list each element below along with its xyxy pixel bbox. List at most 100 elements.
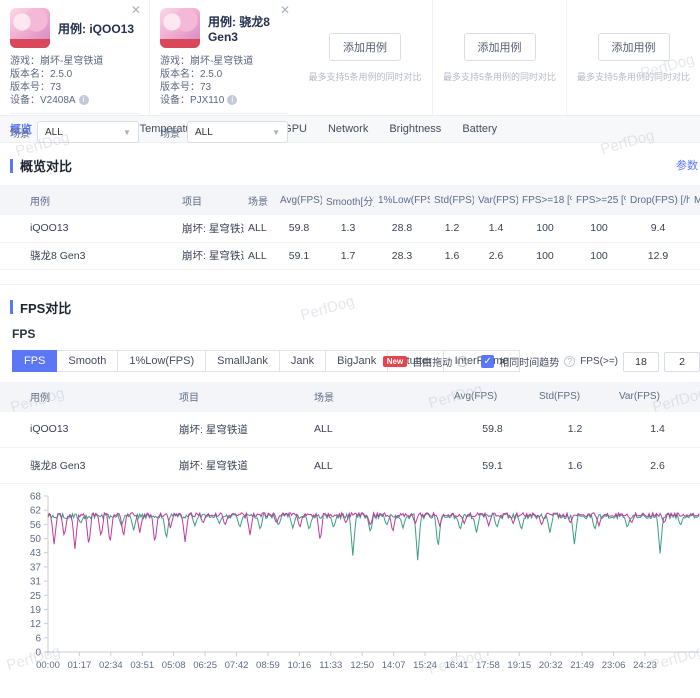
scene-selected-value: ALL: [195, 127, 213, 138]
cell-Drop(FPS) [/h]: 9.4: [626, 215, 690, 242]
svg-text:37: 37: [30, 562, 42, 573]
column-header-Std(FPS): Std(FPS): [430, 185, 474, 215]
column-header-Std(FPS): Std(FPS): [535, 382, 615, 412]
case-field-游戏: 游戏：崩坏-星穹铁道: [160, 55, 288, 68]
svg-text:16:41: 16:41: [445, 660, 469, 671]
cell-场景: ALL: [310, 412, 450, 448]
cell-项目: 崩坏: 星穹铁道: [175, 412, 310, 448]
add-case-button[interactable]: 添加用例: [464, 33, 536, 61]
trend-label: 相同时间趋势: [499, 354, 559, 369]
fps-metric-tab-Smooth[interactable]: Smooth: [57, 350, 118, 372]
column-header-1%Low(FPS): 1%Low(FPS): [374, 185, 430, 215]
perfdog-compare-page: ✕ 用例: iQOO13 游戏：崩坏-星穹铁道版本名：2.5.0版本号：73设备…: [0, 0, 700, 698]
new-badge: New: [383, 356, 407, 367]
svg-text:43: 43: [30, 548, 42, 559]
svg-text:0: 0: [35, 648, 41, 659]
nav-tab-Battery[interactable]: Battery: [462, 123, 497, 135]
cell-1%Low(FPS): 28.8: [374, 215, 430, 242]
column-header-Var(FPS): Var(FPS): [474, 185, 518, 215]
column-header-Var(FPS): Var(FPS): [615, 382, 700, 412]
cell-Avg(FPS): 59.8: [450, 412, 535, 448]
same-time-trend-checkbox[interactable]: ✓: [481, 355, 494, 368]
svg-text:07:42: 07:42: [225, 660, 249, 671]
fps-metric-tab-FPS[interactable]: FPS: [12, 350, 57, 372]
fps-section-title: FPS对比: [20, 298, 71, 317]
column-header-Avg(FPS): Avg(FPS): [450, 382, 535, 412]
scene-select[interactable]: ALL ▼: [37, 121, 139, 143]
svg-text:24:23: 24:23: [633, 660, 657, 671]
add-case-hint: 最多支持5条用例的同时对比: [577, 70, 690, 83]
cell-Avg(FPS): 59.1: [450, 448, 535, 484]
fps-metric-tab-1%Low(FPS)[interactable]: 1%Low(FPS): [118, 350, 206, 372]
nav-tab-Network[interactable]: Network: [328, 123, 368, 135]
nav-tab-Brightness[interactable]: Brightness: [389, 123, 441, 135]
case-field-版本名: 版本名：2.5.0: [160, 68, 288, 81]
cell-用例: 骁龙8 Gen3: [0, 242, 178, 269]
case-field-设备: 设备：V2408Ai: [10, 94, 139, 107]
cell-Var(FPS): 2.6: [615, 448, 700, 484]
case-field-游戏: 游戏：崩坏-星穹铁道: [10, 55, 139, 68]
cell-用例: 骁龙8 Gen3: [0, 448, 175, 484]
game-icon: [160, 8, 200, 48]
fps-threshold-input[interactable]: [623, 352, 659, 372]
case-field-版本号: 版本号：73: [10, 81, 139, 94]
svg-text:08:59: 08:59: [256, 660, 280, 671]
svg-text:6: 6: [35, 633, 41, 644]
svg-text:19:15: 19:15: [507, 660, 531, 671]
cell-Avg(FPS): 59.8: [276, 215, 322, 242]
svg-text:01:17: 01:17: [68, 660, 92, 671]
fps-chart-canvas[interactable]: 686256504337312519126000:0001:1702:3403:…: [0, 492, 700, 692]
svg-text:12: 12: [30, 619, 42, 630]
fps-threshold-input-2[interactable]: [664, 352, 700, 372]
close-icon[interactable]: ✕: [131, 4, 141, 16]
close-icon[interactable]: ✕: [280, 4, 290, 16]
add-case-panel-3: 添加用例最多支持5条用例的同时对比: [566, 0, 700, 115]
table-row: 骁龙8 Gen3崩坏: 星穹铁道ALL59.11.728.31.62.61001…: [0, 242, 700, 269]
case-field-版本名: 版本名：2.5.0: [10, 68, 139, 81]
svg-text:50: 50: [30, 534, 42, 545]
table-row: 骁龙8 Gen3崩坏: 星穹铁道ALL59.11.62.6: [0, 448, 700, 484]
column-header-FPS>=18 [%]: FPS>=18 [%]: [518, 185, 572, 215]
svg-text:31: 31: [30, 577, 42, 588]
cell-项目: 崩坏: 星穹铁道: [178, 242, 244, 269]
help-icon[interactable]: ?: [564, 356, 575, 367]
case-title: 用例: 骁龙8 Gen3: [208, 13, 288, 44]
fps-line-chart: 686256504337312519126000:0001:1702:3403:…: [0, 492, 700, 698]
cell-场景: ALL: [244, 215, 276, 242]
add-case-hint: 最多支持5条用例的同时对比: [308, 70, 421, 83]
cell-Var(FPS): 1.4: [615, 412, 700, 448]
case-field-版本号: 版本号：73: [160, 81, 288, 94]
column-header-用例: 用例: [0, 185, 178, 215]
svg-text:03:51: 03:51: [130, 660, 154, 671]
info-icon[interactable]: i: [227, 95, 237, 105]
column-header-Avg(FPS): Avg(FPS): [276, 185, 322, 215]
overview-section-title: 概览对比: [20, 156, 72, 175]
fps-metric-tab-BigJank[interactable]: BigJank: [326, 350, 388, 372]
scene-selected-value: ALL: [45, 127, 63, 138]
svg-text:17:58: 17:58: [476, 660, 500, 671]
add-case-button[interactable]: 添加用例: [329, 33, 401, 61]
help-icon[interactable]: ?: [457, 356, 468, 367]
scene-select[interactable]: ALL ▼: [187, 121, 288, 143]
svg-text:68: 68: [30, 492, 42, 503]
fps-controls: New 自由拖动 ? ✓ 相同时间趋势 ? FPS(>=): [383, 352, 700, 372]
params-link[interactable]: 参数: [676, 157, 698, 173]
fps-tab-row: FPSSmooth1%Low(FPS)SmallJankJankBigJankS…: [12, 349, 700, 373]
cell-场景: ALL: [244, 242, 276, 269]
fps-metric-tab-Jank[interactable]: Jank: [280, 350, 326, 372]
fps-metric-tab-SmallJank[interactable]: SmallJank: [206, 350, 280, 372]
cell-Avg(FPS): 59.1: [276, 242, 322, 269]
cell-用例: iQOO13: [0, 215, 178, 242]
info-icon[interactable]: i: [79, 95, 89, 105]
add-case-panel-1: 添加用例最多支持5条用例的同时对比: [298, 0, 432, 115]
section-divider: [0, 284, 700, 285]
add-case-button[interactable]: 添加用例: [598, 33, 670, 61]
cell-Std(FPS): 1.2: [430, 215, 474, 242]
svg-text:14:07: 14:07: [382, 660, 406, 671]
overview-section-header: 概览对比 参数: [10, 156, 700, 175]
column-header-FPS>=25 [%]: FPS>=25 [%]: [572, 185, 626, 215]
chevron-down-icon: ▼: [272, 128, 280, 137]
svg-text:05:08: 05:08: [162, 660, 186, 671]
svg-text:25: 25: [30, 591, 42, 602]
case-card-iqoo13: ✕ 用例: iQOO13 游戏：崩坏-星穹铁道版本名：2.5.0版本号：73设备…: [0, 0, 149, 115]
